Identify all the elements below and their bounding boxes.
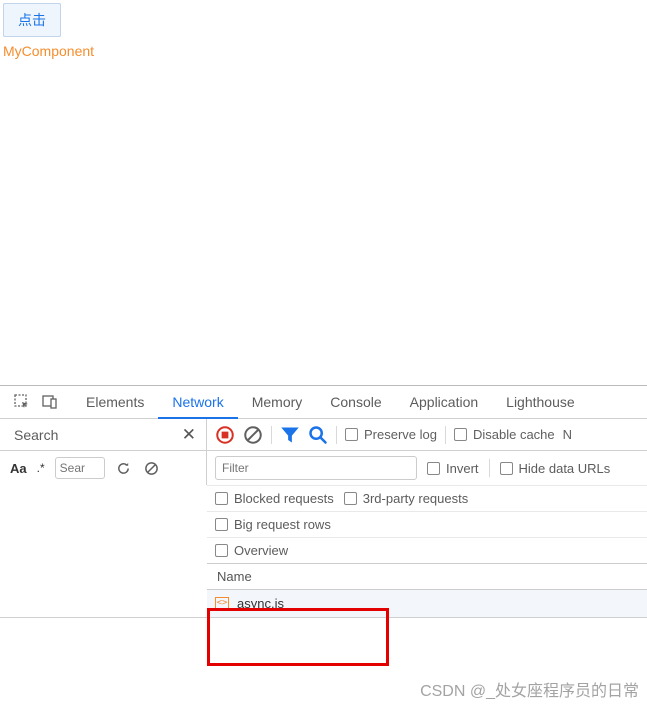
big-request-rows-checkbox[interactable]: Big request rows bbox=[215, 517, 331, 532]
toolbar-divider bbox=[336, 426, 337, 444]
invert-checkbox[interactable]: Invert bbox=[427, 461, 479, 476]
search-icon[interactable] bbox=[308, 425, 328, 445]
component-label: MyComponent bbox=[3, 43, 647, 59]
table-row[interactable]: <> async.js bbox=[207, 590, 647, 617]
search-controls: Aa .* bbox=[0, 451, 207, 485]
tab-memory[interactable]: Memory bbox=[238, 386, 317, 419]
disable-cache-checkbox[interactable]: Disable cache bbox=[454, 427, 555, 442]
devtools-panel: Elements Network Memory Console Applicat… bbox=[0, 385, 647, 675]
tab-elements[interactable]: Elements bbox=[72, 386, 158, 419]
tab-console[interactable]: Console bbox=[316, 386, 395, 419]
toolbar-divider bbox=[489, 459, 490, 477]
inspect-element-icon[interactable] bbox=[12, 392, 32, 412]
truncated-label: N bbox=[563, 427, 572, 442]
toolbar-divider bbox=[445, 426, 446, 444]
table-header-name[interactable]: Name bbox=[207, 563, 647, 590]
match-case-toggle[interactable]: Aa bbox=[10, 461, 27, 476]
search-input[interactable] bbox=[55, 457, 105, 479]
search-panel-header: Search ✕ bbox=[0, 419, 207, 450]
devtools-tabbar: Elements Network Memory Console Applicat… bbox=[0, 386, 647, 419]
close-icon[interactable]: ✕ bbox=[182, 426, 196, 443]
js-file-icon: <> bbox=[215, 597, 229, 611]
network-toolbar: Preserve log Disable cache N bbox=[207, 419, 647, 450]
watermark: CSDN @_处女座程序员的日常 bbox=[420, 677, 639, 701]
blocked-requests-checkbox[interactable]: Blocked requests bbox=[215, 491, 334, 506]
page-click-button[interactable]: 点击 bbox=[3, 3, 61, 37]
regex-toggle[interactable]: .* bbox=[37, 461, 45, 475]
filter-icon[interactable] bbox=[280, 425, 300, 445]
tab-lighthouse[interactable]: Lighthouse bbox=[492, 386, 589, 419]
search-panel-title: Search bbox=[14, 427, 58, 443]
device-toggle-icon[interactable] bbox=[40, 392, 60, 412]
record-icon[interactable] bbox=[215, 425, 235, 445]
hide-data-urls-checkbox[interactable]: Hide data URLs bbox=[500, 461, 611, 476]
file-name: async.js bbox=[237, 596, 284, 611]
tab-application[interactable]: Application bbox=[396, 386, 493, 419]
clear-search-icon[interactable] bbox=[143, 459, 161, 477]
tab-network[interactable]: Network bbox=[158, 386, 237, 419]
preserve-log-checkbox[interactable]: Preserve log bbox=[345, 427, 437, 442]
overview-checkbox[interactable]: Overview bbox=[215, 543, 288, 558]
filter-input[interactable] bbox=[215, 456, 417, 480]
clear-icon[interactable] bbox=[243, 425, 263, 445]
third-party-checkbox[interactable]: 3rd-party requests bbox=[344, 491, 469, 506]
refresh-icon[interactable] bbox=[115, 459, 133, 477]
toolbar-divider bbox=[271, 426, 272, 444]
